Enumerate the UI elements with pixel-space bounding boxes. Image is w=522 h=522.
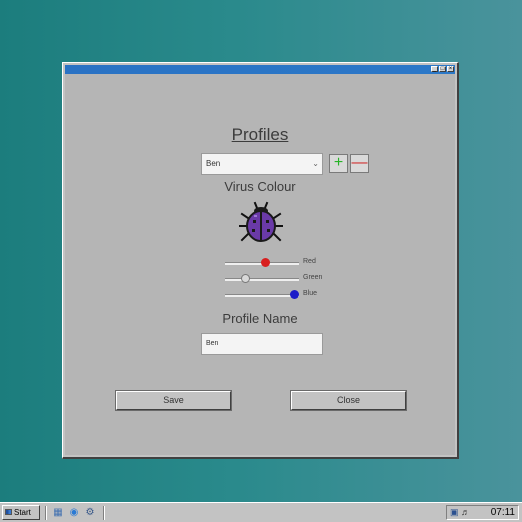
close-button[interactable]: Close xyxy=(291,391,406,410)
save-button[interactable]: Save xyxy=(116,391,231,410)
add-profile-button[interactable]: + xyxy=(329,154,348,173)
red-slider-label: Red xyxy=(303,258,316,265)
profiles-heading: Profiles xyxy=(231,125,289,144)
blue-slider-handle[interactable] xyxy=(290,290,299,299)
taskbar: Start ▦ ◉ ⚙ ▣ ♬ 07:11 xyxy=(0,502,522,522)
blue-slider-track[interactable] xyxy=(225,294,299,297)
window-body: _ □ × Profiles Ben ⌄ + — Virus Colour Re… xyxy=(65,65,455,455)
profile-name-heading: Profile Name xyxy=(222,311,298,326)
profile-name-field[interactable]: Ben xyxy=(201,333,323,355)
maximize-button[interactable]: □ xyxy=(439,66,446,72)
remove-profile-button[interactable]: — xyxy=(350,154,369,173)
green-slider-handle[interactable] xyxy=(241,274,251,283)
minimize-button[interactable]: _ xyxy=(431,66,438,72)
virus-colour-heading: Virus Colour xyxy=(224,179,296,194)
profile-dropdown-value: Ben xyxy=(206,159,221,168)
green-slider-track[interactable] xyxy=(225,278,299,281)
taskbar-separator xyxy=(103,506,105,520)
chevron-down-icon: ⌄ xyxy=(312,159,319,168)
title-bar[interactable]: _ □ × xyxy=(65,65,455,74)
browser-icon[interactable]: ◉ xyxy=(68,507,80,519)
desktop-icon[interactable]: ▦ xyxy=(52,507,64,519)
taskbar-separator xyxy=(45,506,47,520)
start-button[interactable]: Start xyxy=(2,505,40,520)
profile-dropdown[interactable]: Ben ⌄ xyxy=(201,153,323,175)
start-logo-icon xyxy=(5,509,12,515)
profiles-window: _ □ × Profiles Ben ⌄ + — Virus Colour Re… xyxy=(62,62,459,459)
red-slider-handle[interactable] xyxy=(261,258,271,267)
start-label: Start xyxy=(14,508,31,517)
clock[interactable]: 07:11 xyxy=(491,506,515,519)
blue-slider-label: Blue xyxy=(303,290,318,297)
virus-bug-icon xyxy=(239,201,283,242)
volume-icon[interactable]: ♬ xyxy=(461,507,470,518)
green-slider-label: Green xyxy=(303,274,323,281)
desktop: _ □ × Profiles Ben ⌄ + — Virus Colour Re… xyxy=(0,0,522,522)
system-tray: ▣ ♬ 07:11 xyxy=(446,505,519,520)
close-window-button[interactable]: × xyxy=(447,66,454,72)
network-icon[interactable]: ▣ xyxy=(450,507,459,518)
settings-icon[interactable]: ⚙ xyxy=(84,507,96,519)
